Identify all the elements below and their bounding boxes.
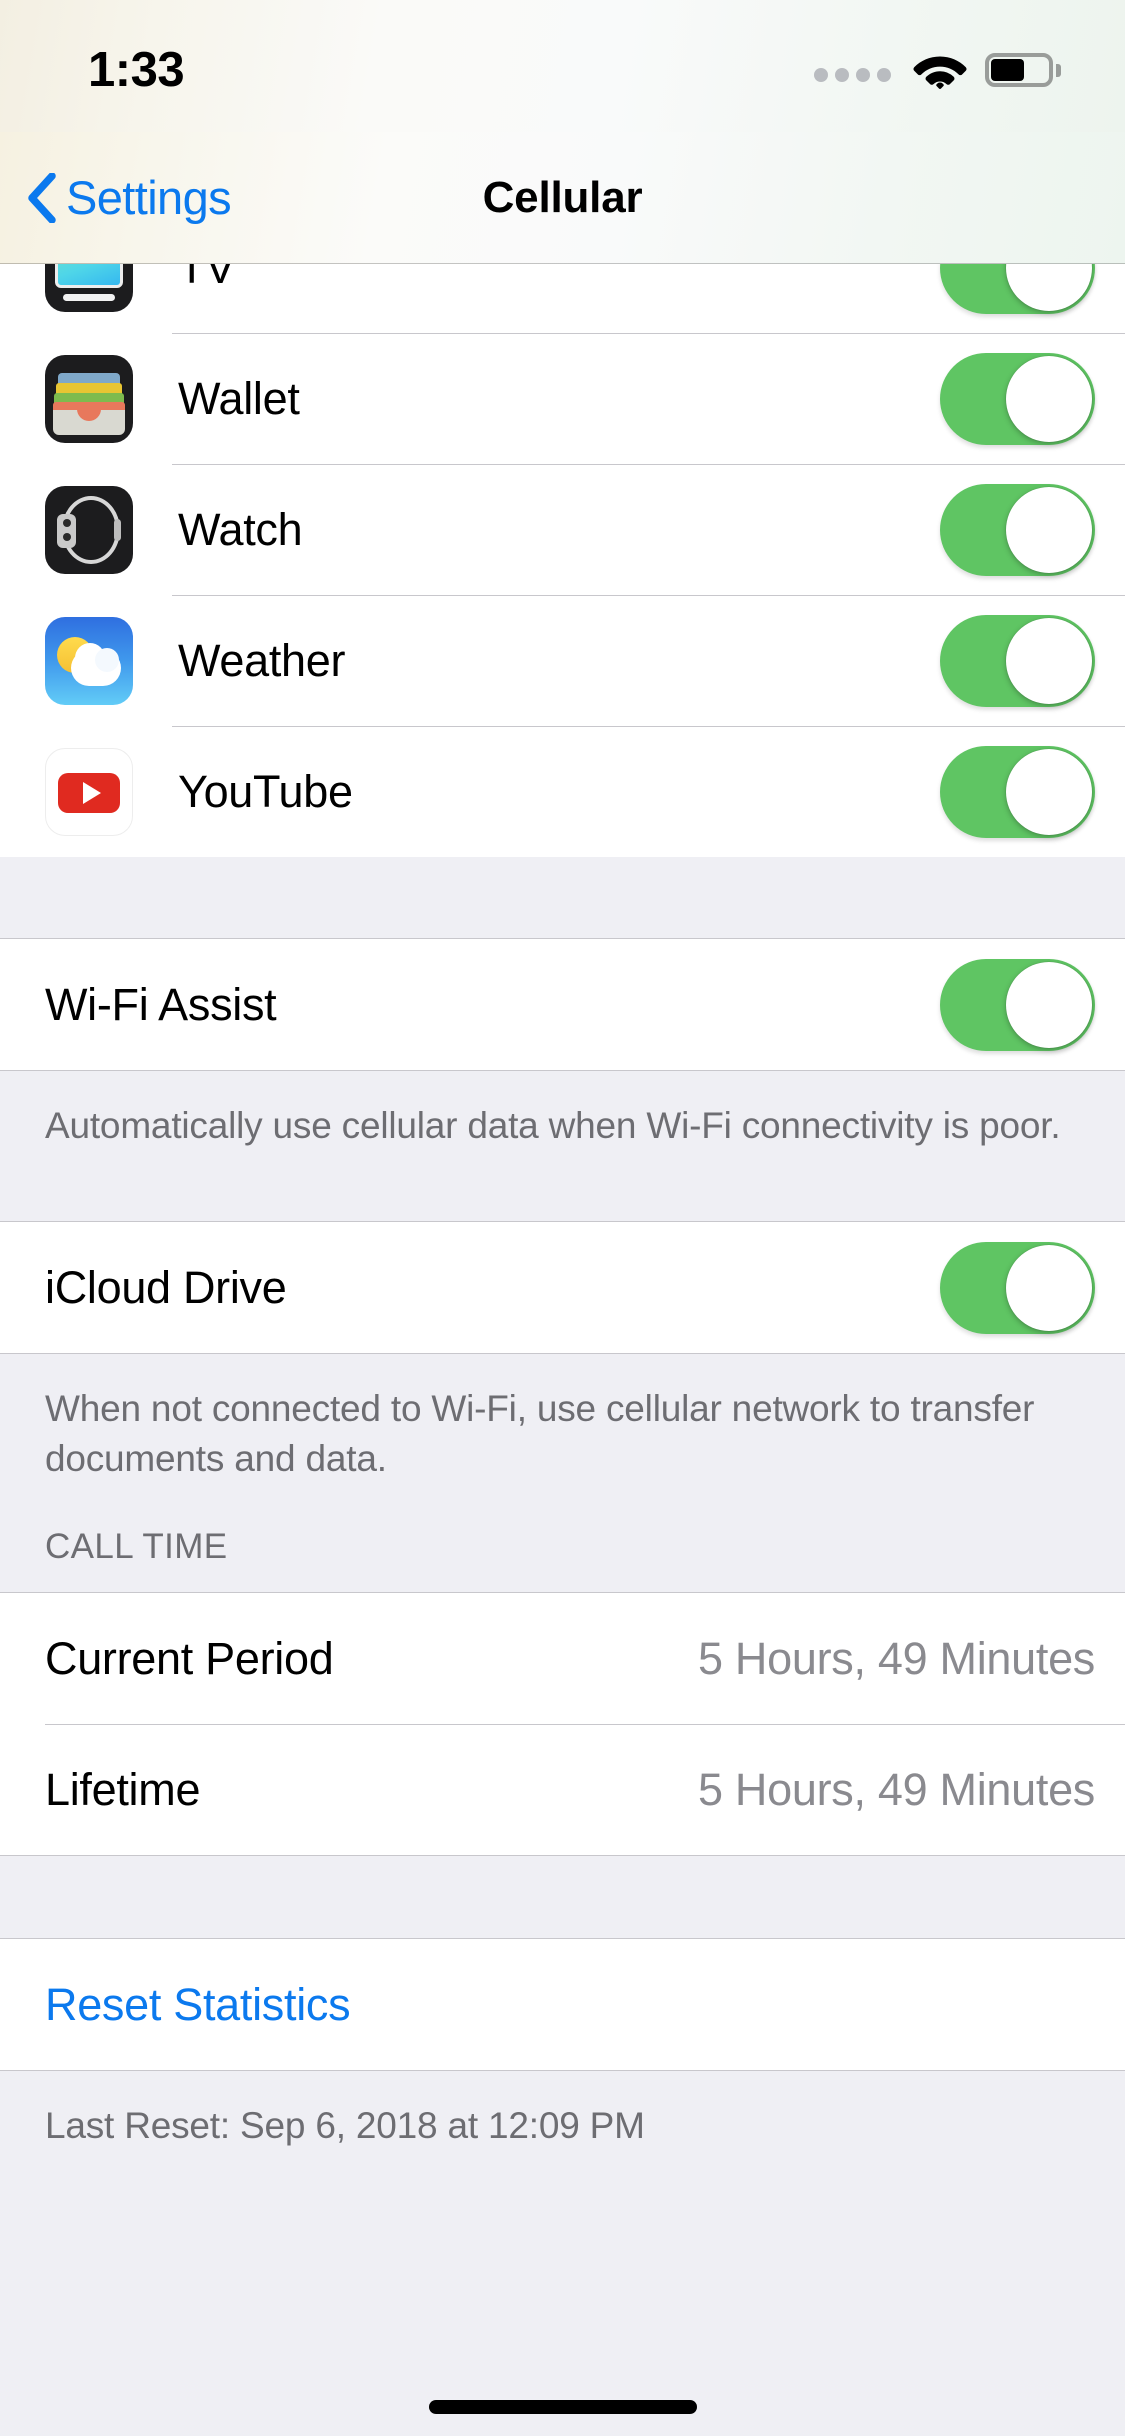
wifi-icon (913, 56, 967, 89)
icloud-drive-row[interactable]: iCloud Drive (0, 1222, 1125, 1353)
wifi-assist-toggle[interactable] (940, 958, 1095, 1051)
section-gap (0, 1484, 1125, 1526)
toggle-switch[interactable] (940, 614, 1095, 707)
icloud-drive-footnote: When not connected to Wi-Fi, use cellula… (0, 1354, 1125, 1484)
reset-statistics-row[interactable]: Reset Statistics (0, 1939, 1125, 2070)
scroll-content: TV Wallet Watch Weather YouTube Wi-Fi As… (0, 202, 1125, 2151)
section-gap (0, 1568, 1125, 1592)
navigation-bar: Settings Cellular (0, 132, 1125, 264)
reset-statistics-group: Reset Statistics (0, 1938, 1125, 2071)
toggle-switch[interactable] (940, 483, 1095, 576)
table-row[interactable]: Watch (0, 464, 1125, 595)
youtube-app-icon (45, 747, 133, 836)
home-indicator[interactable] (428, 2400, 697, 2414)
wifi-assist-label: Wi-Fi Assist (45, 978, 277, 1030)
reset-statistics-label: Reset Statistics (45, 1978, 351, 2030)
wallet-app-icon (45, 354, 133, 443)
last-reset-footnote: Last Reset: Sep 6, 2018 at 12:09 PM (0, 2071, 1125, 2151)
weather-app-icon (45, 616, 133, 705)
section-gap (0, 857, 1125, 938)
row-label: Wallet (178, 372, 300, 424)
row-label: Lifetime (45, 1763, 201, 1815)
section-gap (0, 1185, 1125, 1221)
battery-icon (985, 53, 1061, 87)
call-time-header: CALL TIME (0, 1526, 1125, 1568)
row-label: Current Period (45, 1632, 334, 1684)
table-row[interactable]: Wallet (0, 333, 1125, 464)
page-title: Cellular (482, 172, 643, 222)
row-value: 5 Hours, 49 Minutes (698, 1763, 1095, 1815)
settings-scroll-view[interactable]: TV Wallet Watch Weather YouTube Wi-Fi As… (0, 202, 1125, 2436)
table-row[interactable]: Current Period 5 Hours, 49 Minutes (0, 1593, 1125, 1724)
wifi-assist-row[interactable]: Wi-Fi Assist (0, 939, 1125, 1070)
table-row[interactable]: Weather (0, 595, 1125, 726)
icloud-drive-group: iCloud Drive (0, 1221, 1125, 1354)
row-label: Watch (178, 503, 303, 555)
status-bar: 1:33 (0, 0, 1125, 132)
iphone-screen: 1:33 Settings Cellular TV Wallet Watch W… (0, 0, 1125, 2436)
toggle-switch[interactable] (940, 745, 1095, 838)
watch-app-icon (45, 485, 133, 574)
row-value: 5 Hours, 49 Minutes (698, 1632, 1095, 1684)
row-label: Weather (178, 634, 346, 686)
row-label: YouTube (178, 765, 353, 817)
wifi-assist-footnote: Automatically use cellular data when Wi-… (0, 1071, 1125, 1185)
icloud-drive-toggle[interactable] (940, 1241, 1095, 1334)
table-row[interactable]: Lifetime 5 Hours, 49 Minutes (0, 1724, 1125, 1855)
icloud-drive-label: iCloud Drive (45, 1261, 287, 1313)
cellular-data-apps-group: TV Wallet Watch Weather YouTube (0, 202, 1125, 857)
wifi-assist-group: Wi-Fi Assist (0, 938, 1125, 1071)
table-row[interactable]: YouTube (0, 726, 1125, 857)
status-bar-indicators (814, 46, 1061, 94)
call-time-group: Current Period 5 Hours, 49 Minutes Lifet… (0, 1592, 1125, 1856)
section-gap (0, 1856, 1125, 1938)
cellular-signal-dots-icon (814, 68, 891, 82)
toggle-switch[interactable] (940, 352, 1095, 445)
